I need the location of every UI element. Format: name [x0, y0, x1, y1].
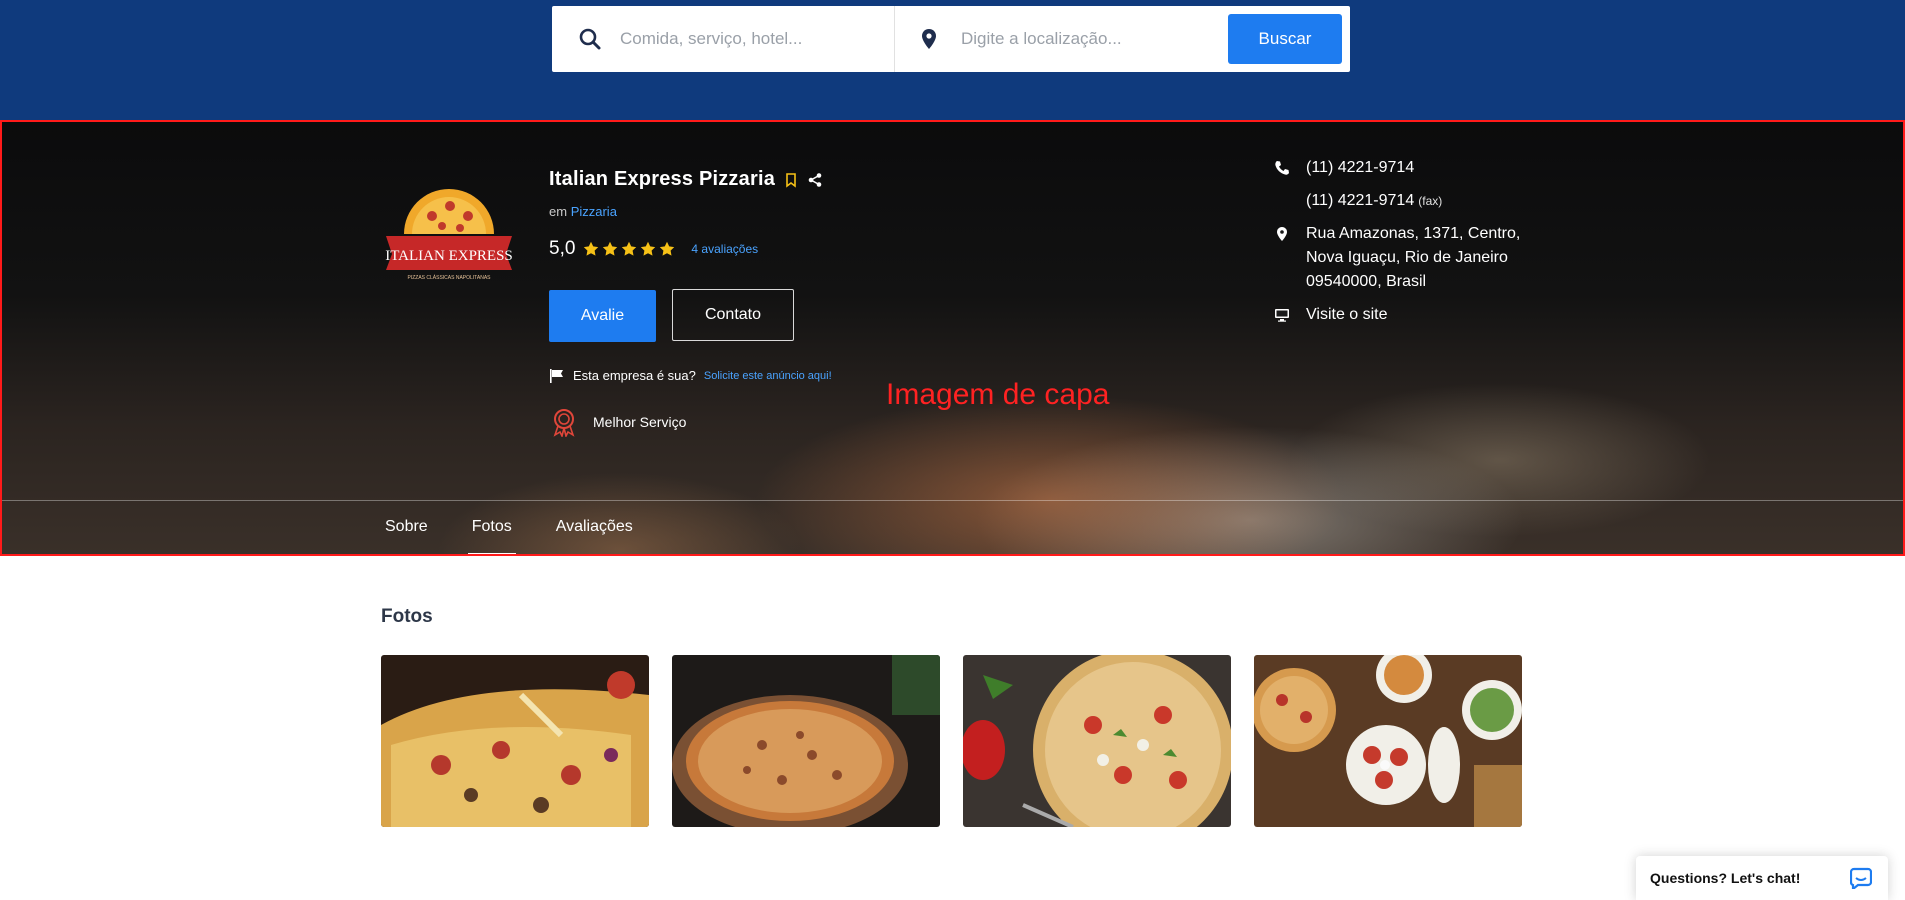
- rate-button[interactable]: Avalie: [549, 290, 656, 342]
- search-bar: Buscar: [552, 6, 1350, 72]
- star-icon: [641, 241, 656, 256]
- star-icon: [584, 241, 599, 256]
- top-search-band: Buscar: [0, 0, 1905, 122]
- fax-row: (11) 4221-9714 (fax): [1270, 189, 1530, 213]
- star-icon: [622, 241, 637, 256]
- tab-sobre[interactable]: Sobre: [385, 504, 428, 550]
- chat-label[interactable]: Questions? Let's chat!: [1650, 870, 1800, 886]
- logo-text: ITALIAN EXPRESS: [385, 248, 513, 264]
- fax-number: (11) 4221-9714: [1306, 192, 1415, 209]
- business-title-row: Italian Express Pizzaria: [549, 168, 823, 191]
- business-name: Italian Express Pizzaria: [549, 168, 776, 190]
- share-icon[interactable]: [807, 172, 823, 188]
- location-pin-icon: [922, 29, 936, 49]
- cover-image: ITALIAN EXPRESS PIZZAS CLÁSSICAS NAPOLIT…: [0, 120, 1905, 556]
- award-badge-row: Melhor Serviço: [549, 407, 686, 437]
- address-text: Rua Amazonas, 1371, Centro, Nova Iguaçu,…: [1306, 225, 1521, 290]
- monitor-icon: [1275, 309, 1289, 322]
- phone-icon: [1275, 161, 1289, 175]
- phone-row[interactable]: (11) 4221-9714: [1270, 156, 1530, 180]
- category-line: em Pizzaria: [549, 204, 617, 219]
- logo-subtext: PIZZAS CLÁSSICAS NAPOLITANAS: [408, 274, 492, 281]
- pizza-slice-photo[interactable]: [381, 655, 649, 827]
- search-where-segment: [895, 6, 1229, 72]
- whole-pizza-photo[interactable]: [672, 655, 940, 827]
- search-what-segment: [552, 6, 895, 72]
- address-row: Rua Amazonas, 1371, Centro, Nova Iguaçu,…: [1270, 222, 1530, 294]
- chat-bubble-icon[interactable]: [1850, 867, 1872, 889]
- claim-question: Esta empresa é sua?: [573, 368, 696, 383]
- profile-tabs: Sobre Fotos Avaliações: [385, 504, 677, 556]
- phone-number[interactable]: (11) 4221-9714: [1306, 156, 1414, 180]
- star-icon: [660, 241, 675, 256]
- photo-gallery: [381, 655, 1522, 827]
- contact-info: (11) 4221-9714 (11) 4221-9714 (fax) Rua A…: [1270, 156, 1530, 336]
- category-link[interactable]: Pizzaria: [571, 204, 617, 219]
- map-pin-icon: [1277, 227, 1287, 241]
- search-what-input[interactable]: [618, 28, 862, 50]
- claim-business-row: Esta empresa é sua? Solicite este anúnci…: [549, 368, 832, 383]
- claim-link[interactable]: Solicite este anúncio aqui!: [704, 370, 832, 382]
- tabs-divider: [0, 500, 1905, 501]
- business-logo: ITALIAN EXPRESS PIZZAS CLÁSSICAS NAPOLIT…: [385, 189, 513, 281]
- tab-avaliacoes[interactable]: Avaliações: [556, 504, 633, 550]
- tab-fotos[interactable]: Fotos: [467, 504, 516, 556]
- photos-section-title: Fotos: [381, 606, 433, 627]
- category-prefix: em: [549, 204, 568, 219]
- search-icon: [579, 28, 601, 50]
- pizza-table-photo[interactable]: [1254, 655, 1522, 827]
- award-ribbon-icon: [553, 409, 575, 437]
- chat-widget[interactable]: Questions? Let's chat!: [1636, 856, 1888, 900]
- flag-icon: [550, 368, 563, 383]
- rating-row: 5,0 4 avaliações: [549, 238, 758, 260]
- bookmark-icon[interactable]: [783, 172, 799, 188]
- fax-suffix: (fax): [1418, 194, 1443, 208]
- rating-value: 5,0: [549, 238, 576, 259]
- reviews-count-link[interactable]: 4 avaliações: [691, 242, 758, 256]
- contact-button[interactable]: Contato: [672, 289, 794, 341]
- cover-image-label: Imagem de capa: [886, 378, 1110, 411]
- award-label: Melhor Serviço: [593, 414, 687, 430]
- search-where-input[interactable]: [959, 28, 1203, 50]
- star-icon: [603, 241, 618, 256]
- star-rating: [583, 241, 675, 257]
- website-row[interactable]: Visite o site: [1270, 303, 1530, 327]
- website-link[interactable]: Visite o site: [1306, 303, 1388, 327]
- search-button[interactable]: Buscar: [1228, 14, 1342, 64]
- pizza-with-tomatoes-photo[interactable]: [963, 655, 1231, 827]
